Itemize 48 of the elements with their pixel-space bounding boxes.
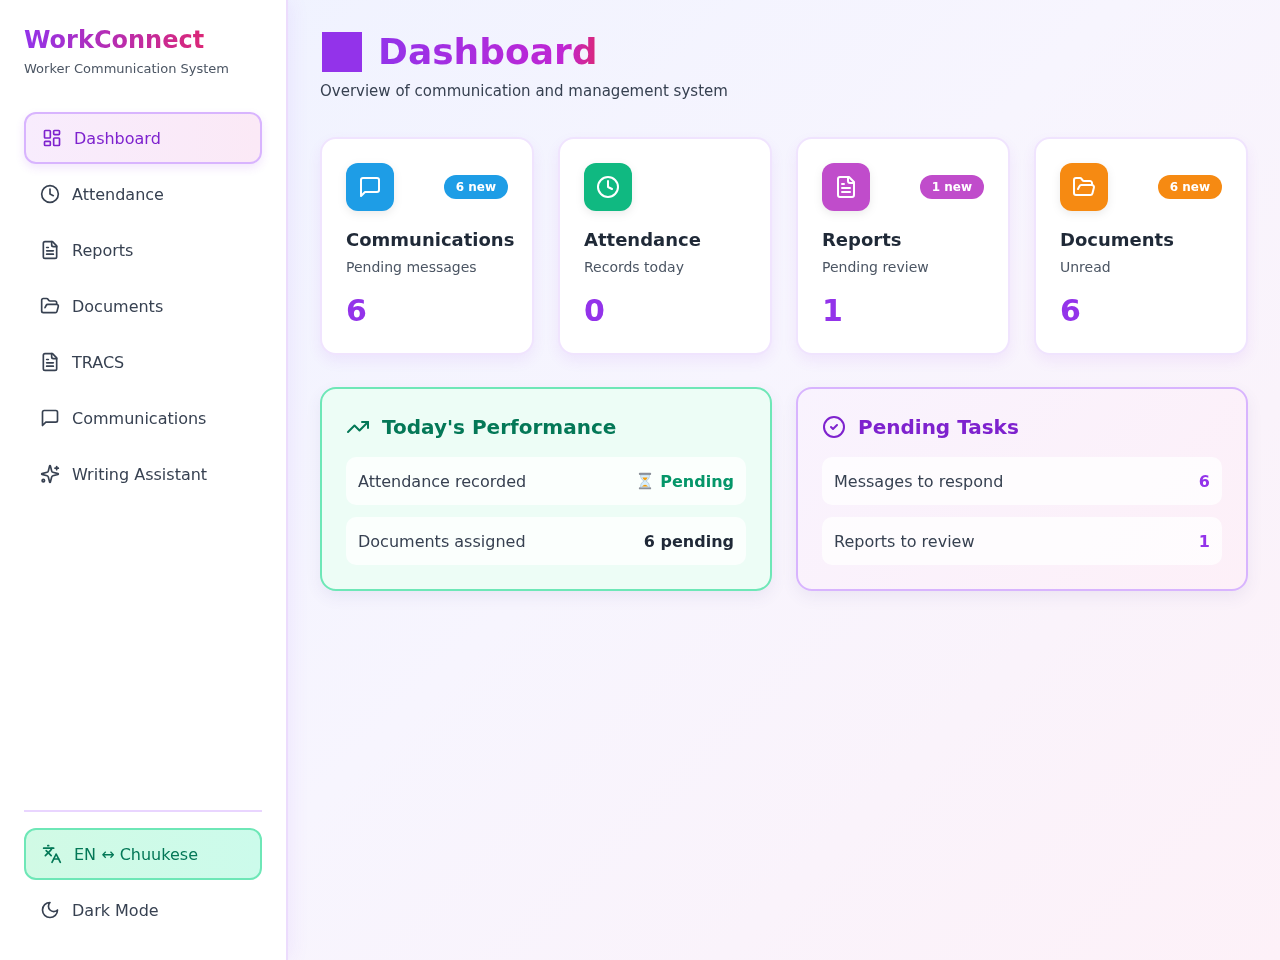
moon-icon xyxy=(40,900,60,920)
row-count: 1 xyxy=(1198,531,1210,551)
card-value: 1 xyxy=(822,293,844,329)
card-caption: Pending messages xyxy=(346,258,478,277)
card-caption: Unread xyxy=(1060,258,1112,277)
row-label: Reports to review xyxy=(834,531,975,551)
card-caption: Pending review xyxy=(822,258,930,277)
nav-item[interactable]: Communications xyxy=(24,392,262,444)
square-icon xyxy=(322,32,362,72)
nav-item[interactable]: Attendance xyxy=(24,168,262,220)
row-label: Messages to respond xyxy=(834,471,1004,491)
nav-item[interactable]: TRACS xyxy=(24,336,262,388)
row-value: 6 pending xyxy=(643,531,734,551)
card-title: Reports xyxy=(822,228,903,252)
nav-item[interactable]: Dashboard xyxy=(24,112,262,164)
hourglass-icon xyxy=(638,472,653,490)
card-value: 6 xyxy=(1060,293,1082,329)
app-tagline: Worker Communication System xyxy=(24,60,229,78)
clock-icon xyxy=(40,184,60,204)
check-circle-icon xyxy=(822,415,846,439)
chat-bubble-icon xyxy=(40,408,60,428)
panel-title: Pending Tasks xyxy=(858,414,1019,441)
translate-icon xyxy=(42,844,62,864)
new-count-badge: 6 new xyxy=(443,175,508,199)
panel-title: Today's Performance xyxy=(382,414,617,441)
folder-icon xyxy=(40,296,60,316)
row-value: Pending xyxy=(660,471,734,491)
sparkles-icon xyxy=(40,464,60,484)
card-value: 0 xyxy=(584,293,606,329)
document-icon xyxy=(40,240,60,260)
language-toggle[interactable]: EN ↔ Chuukese xyxy=(24,828,262,880)
row-count: 6 xyxy=(1198,471,1210,491)
card-caption: Records today xyxy=(584,258,685,277)
card-value: 6 xyxy=(346,293,368,329)
page-subtitle: Overview of communication and management system xyxy=(320,81,729,101)
new-count-badge: 1 new xyxy=(919,175,984,199)
row-label: Documents assigned xyxy=(358,531,526,551)
nav-item[interactable]: Writing Assistant xyxy=(24,448,262,500)
document-icon xyxy=(40,352,60,372)
row-label: Attendance recorded xyxy=(358,471,527,491)
card-title: Attendance xyxy=(584,228,702,252)
card-title: Documents xyxy=(1060,228,1175,252)
nav-item[interactable]: Reports xyxy=(24,224,262,276)
new-count-badge: 6 new xyxy=(1157,175,1222,199)
dashboard-grid-icon xyxy=(42,128,62,148)
dark-mode-toggle[interactable]: Dark Mode xyxy=(24,884,262,936)
nav-item[interactable]: Documents xyxy=(24,280,262,332)
card-title: Communications xyxy=(346,228,516,252)
